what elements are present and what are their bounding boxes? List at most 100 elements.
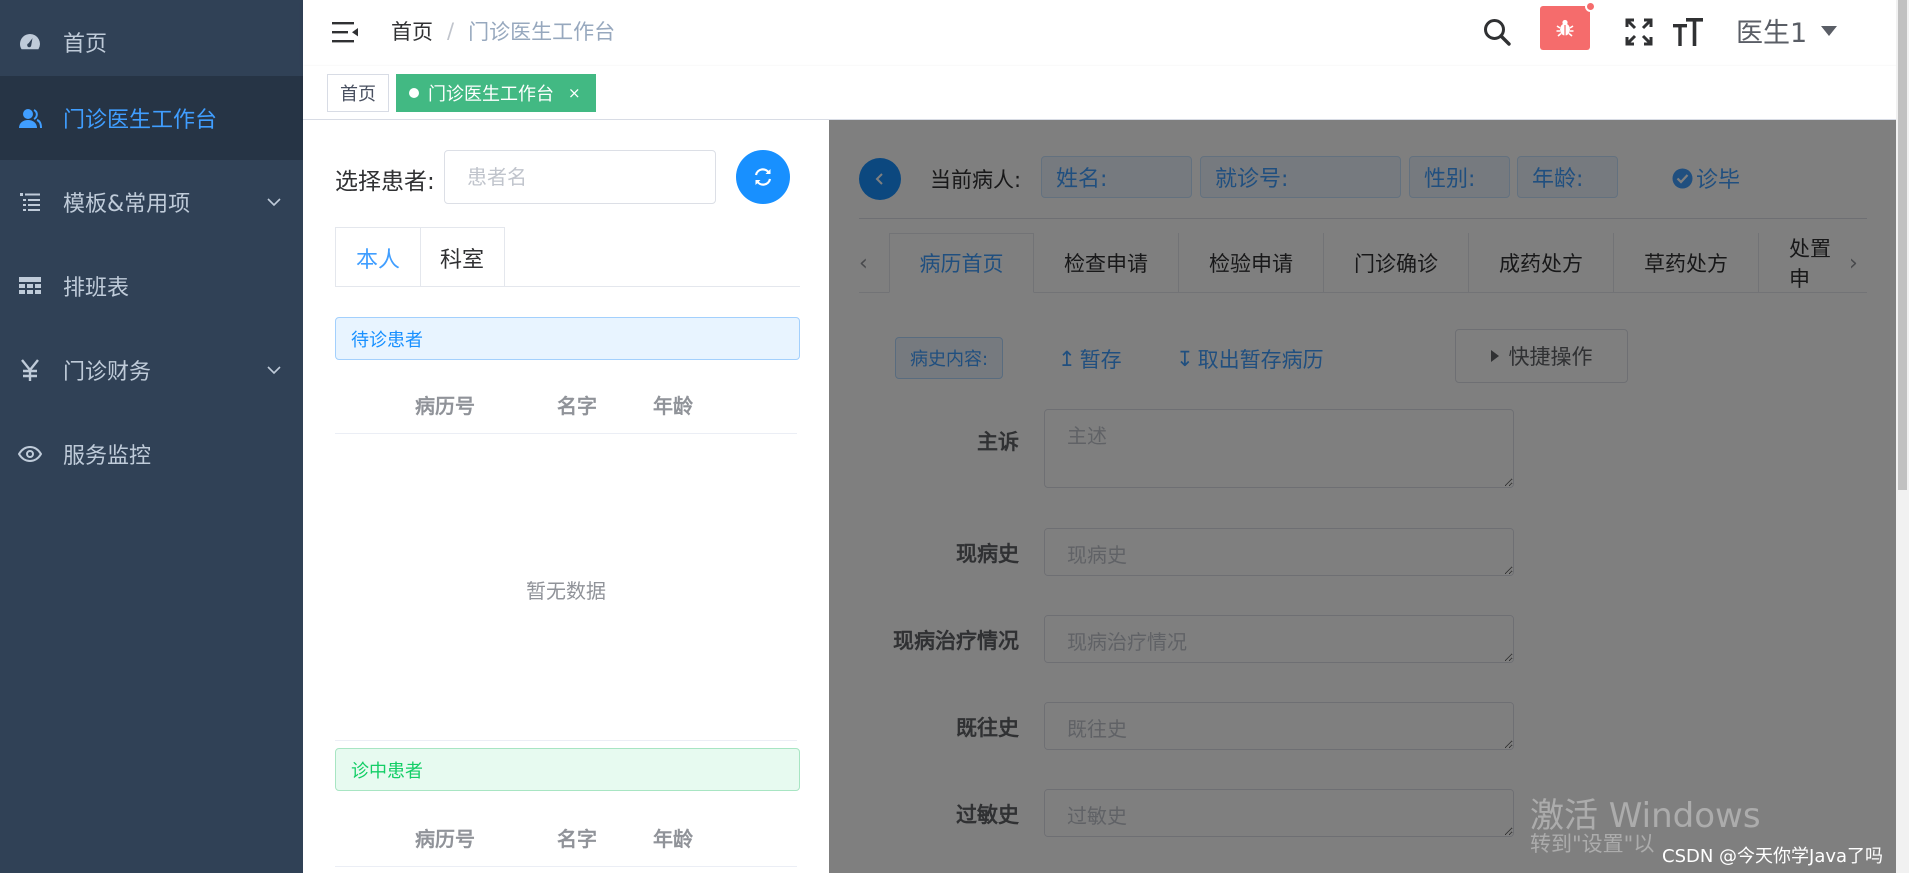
tab-patent-prescription[interactable]: 成药处方	[1469, 233, 1614, 293]
tag-doctor-workbench[interactable]: 门诊医生工作台 ×	[396, 74, 596, 112]
column-name[interactable]: 名字	[557, 390, 597, 419]
present-illness-input[interactable]	[1044, 528, 1514, 576]
error-log-button[interactable]	[1540, 6, 1590, 50]
waiting-patients-title: 待诊患者	[335, 317, 800, 360]
column-record-no[interactable]: 病历号	[415, 390, 475, 419]
search-button[interactable]	[1475, 10, 1519, 54]
yen-icon	[17, 357, 43, 383]
in-progress-table-header: 病历号 名字 年龄	[335, 803, 797, 867]
finish-visit-button[interactable]: 诊毕	[1672, 162, 1740, 194]
column-age[interactable]: 年龄	[653, 390, 693, 419]
tab-department[interactable]: 科室	[420, 227, 505, 287]
sidebar-item-label: 门诊财务	[63, 360, 152, 385]
eye-icon	[17, 441, 43, 467]
patient-panel: 选择患者: 本人 科室 待诊患者 病历号 名字 年龄 暂无数据 诊中患者 病历号…	[303, 120, 829, 873]
sidebar-item-templates[interactable]: 模板&常用项	[0, 160, 303, 244]
column-record-no[interactable]: 病历号	[415, 823, 475, 852]
download-icon: ↧	[1176, 347, 1194, 371]
column-name[interactable]: 名字	[557, 823, 597, 852]
tab-diagnosis[interactable]: 门诊确诊	[1324, 233, 1469, 293]
select-patient-label: 选择患者:	[335, 169, 435, 195]
tab-lab-request[interactable]: 检验申请	[1179, 233, 1324, 293]
breadcrumb: 首页 / 门诊医生工作台	[391, 16, 615, 46]
chevron-right-icon[interactable]: ›	[1849, 251, 1858, 276]
patient-scope-tabs: 本人 科室	[335, 227, 800, 287]
load-draft-button[interactable]: ↧ 取出暂存病历	[1176, 344, 1324, 374]
in-progress-patients-title: 诊中患者	[335, 748, 800, 791]
tab-self[interactable]: 本人	[335, 227, 421, 287]
notification-dot	[1585, 1, 1596, 12]
chief-complaint-input[interactable]	[1044, 409, 1514, 488]
check-circle-icon	[1672, 168, 1693, 188]
user-name: 医生1	[1736, 18, 1808, 49]
sidebar-item-monitor[interactable]: 服务监控	[0, 412, 303, 496]
sidebar-item-doctor-workbench[interactable]: 门诊医生工作台	[0, 76, 303, 160]
past-history-input[interactable]	[1044, 702, 1514, 750]
save-draft-button[interactable]: ↥ 暂存	[1058, 344, 1122, 374]
patient-search-input[interactable]	[444, 150, 716, 204]
sidebar: 首页 门诊医生工作台 模板&常用项 排班表 门诊财务 服务监控	[0, 0, 303, 873]
upload-icon: ↥	[1058, 347, 1076, 371]
sidebar-item-schedule[interactable]: 排班表	[0, 244, 303, 328]
finish-visit-label: 诊毕	[1696, 168, 1741, 193]
record-tabs: ‹ 病历首页 检查申请 检验申请 门诊确诊 成药处方 草药处方 处置申 ›	[859, 233, 1867, 293]
save-draft-label: 暂存	[1079, 348, 1122, 372]
quick-actions-button[interactable]: 快捷操作	[1455, 329, 1628, 383]
caret-down-icon	[1821, 25, 1838, 36]
visit-number-field: 就诊号:	[1200, 156, 1401, 198]
close-icon[interactable]: ×	[568, 84, 581, 102]
tag-label: 门诊医生工作台	[428, 84, 554, 105]
divider	[335, 740, 797, 741]
navbar: 首页 / 门诊医生工作台 医生1	[303, 0, 1909, 66]
search-icon	[1484, 19, 1511, 46]
chevron-left-icon	[875, 173, 883, 185]
breadcrumb-separator: /	[447, 19, 455, 43]
sidebar-item-label: 门诊医生工作台	[63, 108, 218, 133]
current-patient-label: 当前病人:	[930, 168, 1022, 192]
tab-disposal-request[interactable]: 处置申	[1759, 233, 1839, 293]
waiting-table-header: 病历号 名字 年龄	[335, 370, 797, 434]
fullscreen-icon	[1625, 18, 1653, 46]
active-dot	[409, 88, 419, 98]
user-icon	[17, 105, 43, 131]
history-content-tag: 病史内容:	[895, 337, 1003, 379]
windows-activation-subtitle: 转到"设置"以	[1530, 832, 1655, 856]
field-label-treatment-status: 现病治疗情况	[893, 629, 1019, 653]
medical-record-panel: 当前病人: 姓名: 就诊号: 性别: 年龄: 诊毕 ‹ 病历首页 检查申请 检验…	[829, 120, 1896, 873]
tab-medical-record-home[interactable]: 病历首页	[889, 233, 1034, 293]
sidebar-item-label: 模板&常用项	[63, 192, 191, 217]
empty-state: 暂无数据	[526, 579, 606, 603]
sidebar-item-label: 服务监控	[63, 444, 152, 469]
fullscreen-button[interactable]	[1617, 10, 1661, 54]
chevron-down-icon	[267, 366, 281, 375]
sidebar-item-label: 首页	[63, 32, 108, 57]
sidebar-item-finance[interactable]: 门诊财务	[0, 328, 303, 412]
refresh-icon	[754, 168, 772, 186]
quick-actions-label: 快捷操作	[1508, 345, 1593, 369]
chevron-left-icon[interactable]: ‹	[859, 251, 868, 276]
allergy-history-input[interactable]	[1044, 789, 1514, 837]
field-label-chief-complaint: 主诉	[977, 430, 1019, 454]
tab-herbal-prescription[interactable]: 草药处方	[1614, 233, 1759, 293]
scrollbar-thumb[interactable]	[1898, 0, 1907, 490]
dashboard-icon	[17, 29, 43, 55]
user-menu[interactable]: 医生1	[1736, 11, 1838, 50]
back-button[interactable]	[859, 158, 901, 200]
tag-label: 首页	[340, 84, 376, 105]
sidebar-item-home[interactable]: 首页	[0, 0, 303, 84]
table-icon	[17, 273, 43, 299]
patient-name-field: 姓名:	[1041, 156, 1192, 198]
hamburger-icon[interactable]	[330, 17, 360, 47]
breadcrumb-current: 门诊医生工作台	[468, 20, 616, 44]
tag-home[interactable]: 首页	[327, 74, 389, 112]
refresh-button[interactable]	[736, 150, 790, 204]
csdn-watermark: CSDN @今天你学Java了吗	[1662, 846, 1884, 867]
column-age[interactable]: 年龄	[653, 823, 693, 852]
tab-exam-request[interactable]: 检查申请	[1034, 233, 1179, 293]
breadcrumb-home[interactable]: 首页	[391, 16, 433, 46]
font-size-button[interactable]	[1666, 10, 1710, 54]
treatment-status-input[interactable]	[1044, 615, 1514, 663]
field-label-allergy-history: 过敏史	[956, 803, 1019, 827]
font-size-icon	[1673, 18, 1703, 46]
load-draft-label: 取出暂存病历	[1197, 348, 1324, 372]
